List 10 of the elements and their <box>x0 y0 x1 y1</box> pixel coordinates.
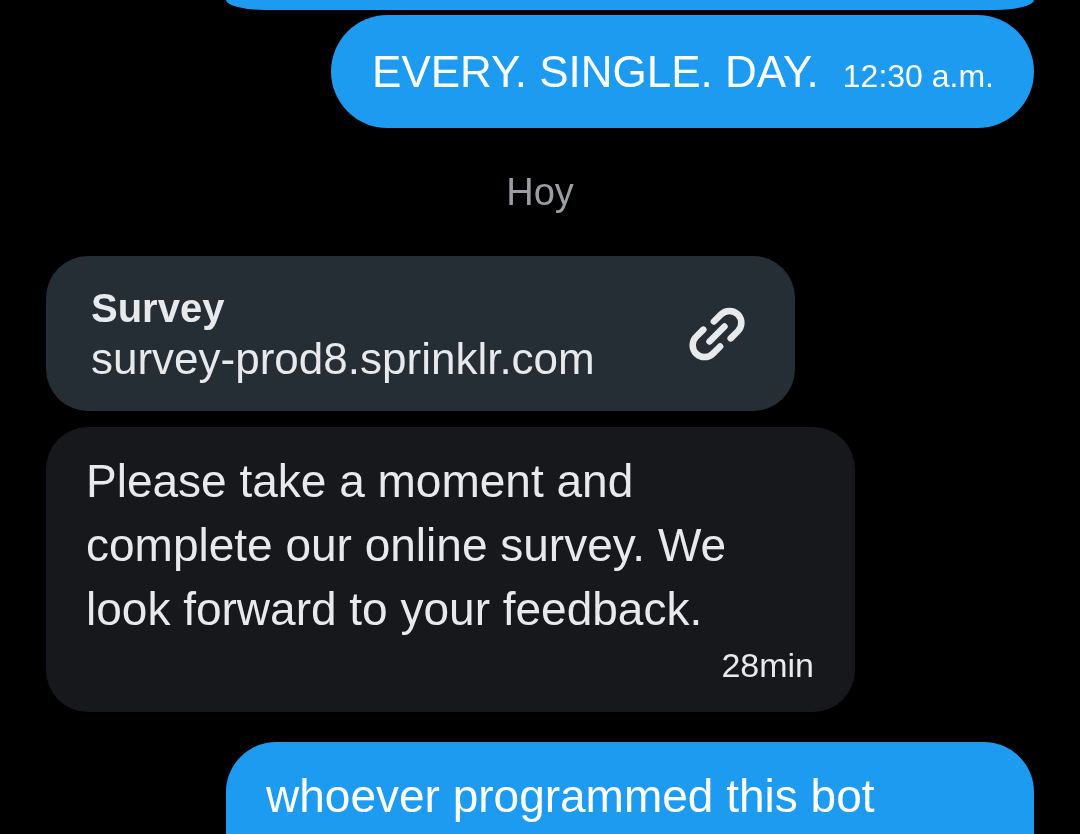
link-title: Survey <box>91 284 225 332</box>
link-card[interactable]: Survey survey-prod8.sprinklr.com <box>46 256 795 411</box>
message-text: EVERY. SINGLE. DAY. <box>372 46 819 98</box>
message-text: Please take a moment and complete our online survey. We look forward to your feedback. <box>86 454 728 637</box>
message-time: 28min <box>721 645 814 685</box>
message-text: whoever programmed this bot <box>266 769 875 824</box>
message-time: 12:30 a.m. <box>842 58 994 95</box>
link-icon <box>689 305 745 362</box>
link-url: survey-prod8.sprinklr.com <box>91 332 595 385</box>
date-divider: Hoy <box>506 170 574 215</box>
